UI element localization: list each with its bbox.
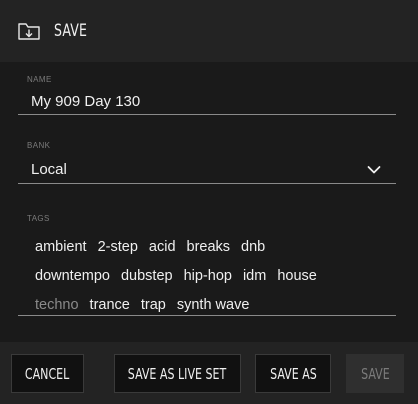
- tag-synth-wave[interactable]: synth wave: [177, 297, 250, 313]
- cancel-button[interactable]: CANCEL: [11, 354, 84, 393]
- tags-field-label: TAGS: [27, 214, 50, 223]
- save-as-button[interactable]: SAVE AS: [255, 354, 331, 393]
- save-as-label: SAVE AS: [269, 364, 317, 383]
- tag-downtempo[interactable]: downtempo: [35, 268, 110, 284]
- tag-row: downtempo dubstep hip-hop idm house: [35, 261, 385, 290]
- bank-field-label: BANK: [27, 141, 51, 150]
- bank-underline: [18, 183, 396, 184]
- dialog-title: SAVE: [54, 21, 88, 41]
- tag-hip-hop[interactable]: hip-hop: [184, 268, 232, 284]
- save-dialog: SAVE NAME My 909 Day 130 BANK Local TAGS…: [0, 0, 418, 404]
- tags-underline: [18, 315, 396, 316]
- tag-trap[interactable]: trap: [141, 297, 166, 313]
- tag-idm[interactable]: idm: [243, 268, 266, 284]
- save-label: SAVE: [360, 364, 390, 383]
- tag-row: ambient 2-step acid breaks dnb: [35, 232, 385, 261]
- folder-download-icon: [17, 19, 41, 43]
- cancel-button-label: CANCEL: [25, 364, 70, 383]
- bank-select[interactable]: Local: [31, 161, 67, 178]
- tag-list: ambient 2-step acid breaks dnb downtempo…: [35, 232, 385, 319]
- save-as-live-set-button[interactable]: SAVE AS LIVE SET: [114, 354, 241, 393]
- tag-breaks[interactable]: breaks: [187, 239, 231, 255]
- chevron-down-icon[interactable]: [367, 165, 381, 175]
- save-as-live-set-label: SAVE AS LIVE SET: [128, 364, 227, 383]
- save-form: NAME My 909 Day 130 BANK Local TAGS ambi…: [0, 62, 418, 342]
- save-button: SAVE: [346, 354, 404, 393]
- button-bar: CANCEL SAVE AS LIVE SET SAVE AS SAVE: [0, 354, 418, 394]
- name-field-label: NAME: [27, 75, 52, 84]
- name-input[interactable]: My 909 Day 130: [31, 93, 140, 110]
- tag-ambient[interactable]: ambient: [35, 239, 87, 255]
- tag-acid[interactable]: acid: [149, 239, 176, 255]
- tag-techno[interactable]: techno: [35, 297, 79, 313]
- tag-2-step[interactable]: 2-step: [98, 239, 138, 255]
- tag-trance[interactable]: trance: [90, 297, 130, 313]
- tag-dubstep[interactable]: dubstep: [121, 268, 173, 284]
- name-underline: [18, 114, 396, 115]
- tag-dnb[interactable]: dnb: [241, 239, 265, 255]
- tag-house[interactable]: house: [277, 268, 317, 284]
- dialog-header: SAVE: [17, 19, 94, 43]
